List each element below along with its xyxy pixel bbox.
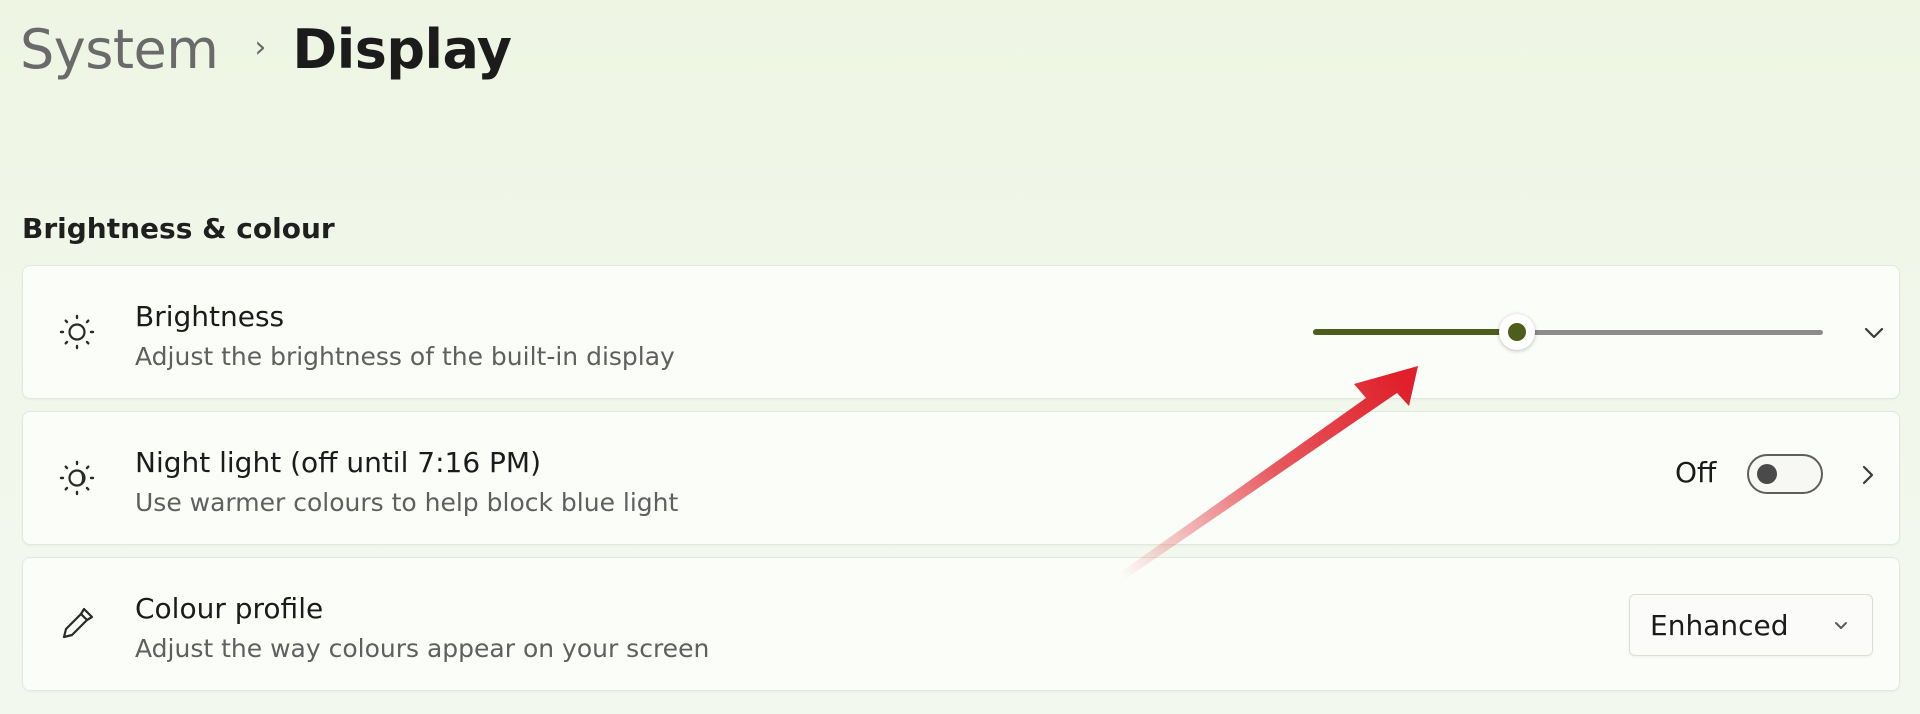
night-light-toggle-label: Off — [1675, 456, 1717, 489]
breadcrumb: System › Display — [20, 12, 512, 86]
brightness-slider[interactable] — [1313, 314, 1823, 350]
chevron-down-icon[interactable] — [1859, 318, 1889, 348]
breadcrumb-separator-icon: › — [254, 29, 267, 65]
chevron-right-icon[interactable] — [1853, 460, 1883, 490]
page-title: Display — [292, 17, 512, 81]
slider-fill — [1313, 329, 1517, 335]
night-light-icon — [57, 458, 97, 498]
colour-profile-card: Colour profile Adjust the way colours ap… — [22, 557, 1900, 691]
night-light-toggle[interactable] — [1747, 454, 1823, 494]
brightness-card[interactable]: Brightness Adjust the brightness of the … — [22, 265, 1900, 399]
sun-icon — [57, 312, 97, 352]
night-light-description: Use warmer colours to help block blue li… — [135, 488, 679, 517]
colour-profile-dropdown[interactable]: Enhanced — [1629, 594, 1873, 656]
colour-profile-title: Colour profile — [135, 592, 324, 625]
toggle-knob — [1757, 464, 1777, 484]
eyedropper-icon — [57, 604, 97, 644]
chevron-down-icon — [1826, 611, 1856, 641]
slider-thumb[interactable] — [1499, 314, 1535, 350]
colour-profile-description: Adjust the way colours appear on your sc… — [135, 634, 710, 663]
brightness-description: Adjust the brightness of the built-in di… — [135, 342, 675, 371]
dropdown-selected-value: Enhanced — [1650, 609, 1789, 642]
night-light-card[interactable]: Night light (off until 7:16 PM) Use warm… — [22, 411, 1900, 545]
brightness-title: Brightness — [135, 300, 285, 333]
night-light-title: Night light (off until 7:16 PM) — [135, 446, 541, 479]
section-title: Brightness & colour — [22, 212, 335, 245]
breadcrumb-system-link[interactable]: System — [20, 18, 219, 81]
